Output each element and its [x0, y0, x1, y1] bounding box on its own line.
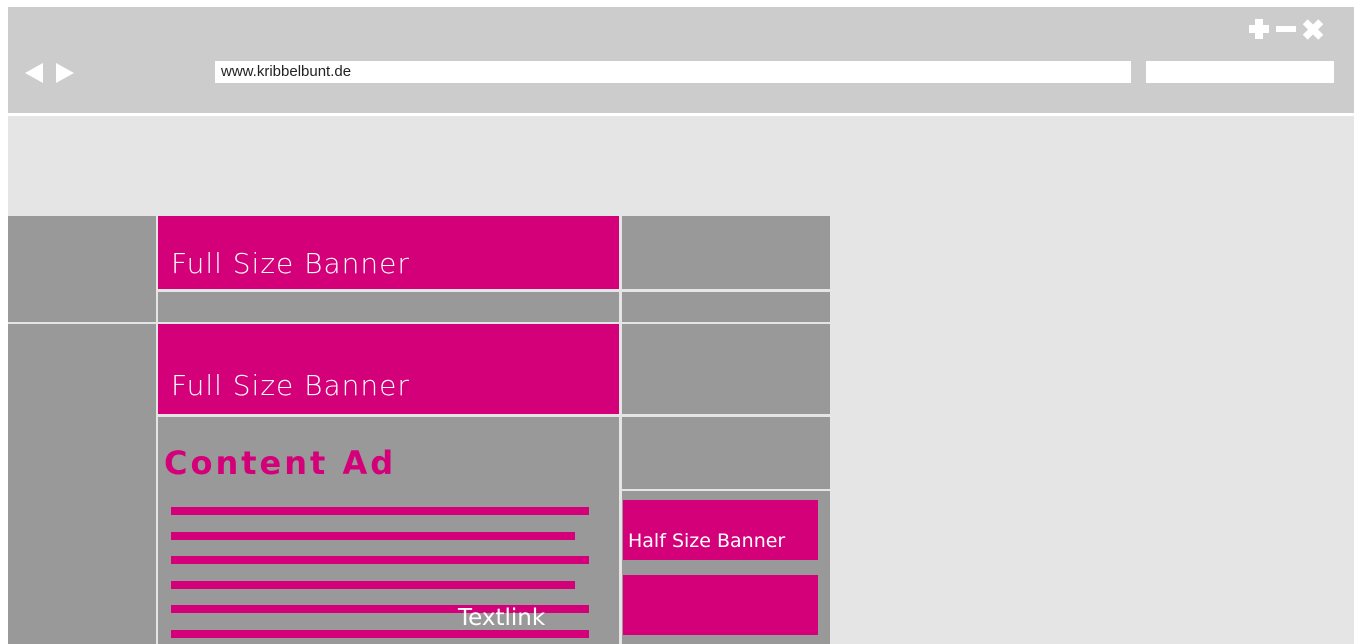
text-line [171, 507, 589, 515]
half-size-banner-2[interactable] [623, 575, 818, 635]
full-size-banner-1[interactable]: Full Size Banner [158, 216, 619, 289]
close-icon[interactable] [1301, 17, 1325, 41]
left-skyscraper [8, 324, 156, 644]
right-column-block-4 [622, 417, 830, 489]
banner-label: Full Size Banner [171, 247, 410, 280]
textlink[interactable]: Textlink [458, 605, 545, 631]
text-line [171, 581, 575, 589]
right-column-block-1 [622, 216, 830, 289]
banner-spacer-1 [158, 292, 619, 322]
half-size-banner[interactable]: Half Size Banner [623, 500, 818, 560]
plus-icon[interactable] [1247, 17, 1271, 41]
right-column-block-3 [622, 324, 830, 414]
text-line [171, 532, 575, 540]
forward-arrow-icon[interactable] [56, 63, 74, 83]
left-skyscraper-top [8, 216, 156, 322]
search-input[interactable] [1146, 61, 1334, 83]
full-size-banner-2[interactable]: Full Size Banner [158, 324, 619, 414]
address-bar[interactable]: www.kribbelbunt.de [215, 61, 1131, 83]
back-arrow-icon[interactable] [25, 63, 43, 83]
text-line [171, 630, 589, 638]
minimize-icon[interactable] [1274, 17, 1298, 41]
banner-label: Full Size Banner [171, 369, 410, 402]
text-line [171, 556, 589, 564]
right-column-block-2 [622, 292, 830, 322]
browser-toolbar: www.kribbelbunt.de [8, 7, 1354, 116]
half-banner-label: Half Size Banner [628, 530, 786, 552]
content-ad-title: Content Ad [164, 444, 397, 482]
